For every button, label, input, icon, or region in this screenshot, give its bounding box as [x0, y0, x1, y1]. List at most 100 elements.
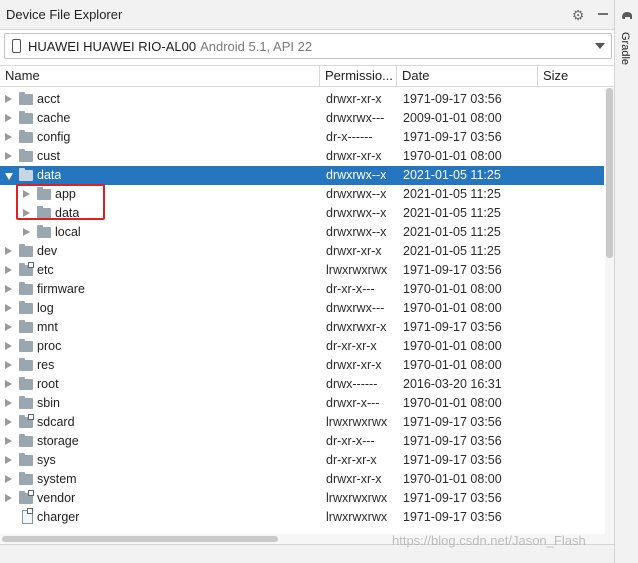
file-date: 2009-01-01 08:00	[403, 111, 502, 125]
chevron-right-icon[interactable]	[5, 152, 12, 160]
chevron-right-icon[interactable]	[5, 323, 12, 331]
file-permissions: drwxr-xr-x	[326, 149, 382, 163]
chevron-right-icon[interactable]	[5, 361, 12, 369]
chevron-right-icon[interactable]	[23, 209, 30, 217]
chevron-right-icon[interactable]	[5, 494, 12, 502]
table-row[interactable]: mnt drwxrwxr-x 1971-09-17 03:56	[0, 318, 604, 337]
table-row[interactable]: etc lrwxrwxrwx 1971-09-17 03:56	[0, 261, 604, 280]
table-row[interactable]: vendor lrwxrwxrwx 1971-09-17 03:56	[0, 489, 604, 508]
file-name: acct	[37, 92, 60, 106]
table-row[interactable]: data drwxrwx--x 2021-01-05 11:25	[0, 166, 604, 185]
table-row[interactable]: sdcard lrwxrwxrwx 1971-09-17 03:56	[0, 413, 604, 432]
file-permissions: drwxr-xr-x	[326, 244, 382, 258]
file-date: 1970-01-01 08:00	[403, 301, 502, 315]
file-permissions: drwxr-xr-x	[326, 358, 382, 372]
chevron-right-icon[interactable]	[5, 342, 12, 350]
table-row[interactable]: root drwx------ 2016-03-20 16:31	[0, 375, 604, 394]
table-row[interactable]: config dr-x------ 1971-09-17 03:56	[0, 128, 604, 147]
table-row[interactable]: log drwxrwx--- 1970-01-01 08:00	[0, 299, 604, 318]
table-row[interactable]: system drwxr-xr-x 1970-01-01 08:00	[0, 470, 604, 489]
file-name: storage	[37, 434, 79, 448]
file-name: mnt	[37, 320, 58, 334]
folder-icon	[19, 92, 33, 105]
column-header-permissions[interactable]: Permissio...	[320, 66, 397, 87]
file-permissions: dr-xr-xr-x	[326, 453, 377, 467]
vertical-scrollbar[interactable]	[605, 88, 614, 534]
table-row[interactable]: storage dr-xr-x--- 1971-09-17 03:56	[0, 432, 604, 451]
elephant-icon	[622, 12, 632, 19]
file-date: 1970-01-01 08:00	[403, 472, 502, 486]
chevron-down-icon	[595, 43, 605, 49]
file-name: root	[37, 377, 59, 391]
file-name: sys	[37, 453, 56, 467]
file-name: config	[37, 130, 71, 144]
chevron-right-icon[interactable]	[5, 266, 12, 274]
chevron-right-icon[interactable]	[23, 228, 30, 236]
file-date: 1970-01-01 08:00	[403, 149, 502, 163]
device-label: HUAWEI HUAWEI RIO-AL00 Android 5.1, API 2…	[28, 39, 312, 54]
device-api: Android 5.1, API 22	[200, 39, 313, 54]
file-permissions: drwxrwx--x	[326, 168, 387, 182]
file-date: 2016-03-20 16:31	[403, 377, 502, 391]
device-name: HUAWEI HUAWEI RIO-AL00	[28, 39, 197, 54]
symlink-icon	[27, 508, 33, 514]
file-date: 1971-09-17 03:56	[403, 130, 502, 144]
file-name: res	[37, 358, 55, 372]
file-permissions: drwxrwx--x	[326, 225, 387, 239]
folder-icon	[19, 149, 33, 162]
table-row[interactable]: dev drwxr-xr-x 2021-01-05 11:25	[0, 242, 604, 261]
chevron-right-icon[interactable]	[5, 95, 12, 103]
file-date: 2021-01-05 11:25	[403, 206, 501, 220]
file-permissions: drwxrwx---	[326, 111, 385, 125]
table-row[interactable]: firmware dr-xr-x--- 1970-01-01 08:00	[0, 280, 604, 299]
chevron-down-icon[interactable]	[5, 173, 13, 180]
table-row[interactable]: res drwxr-xr-x 1970-01-01 08:00	[0, 356, 604, 375]
file-name: data	[37, 168, 62, 182]
gradle-tab[interactable]: Gradle	[617, 8, 637, 66]
horizontal-scrollbar-thumb[interactable]	[2, 536, 278, 542]
file-tree-table: acct drwxr-xr-x 1971-09-17 03:56 cache drwxr…	[0, 88, 604, 534]
column-header-size[interactable]: Size	[538, 66, 614, 87]
chevron-right-icon[interactable]	[5, 456, 12, 464]
symlink-icon	[28, 490, 34, 496]
table-row[interactable]: acct drwxr-xr-x 1971-09-17 03:56	[0, 90, 604, 109]
gradle-tab-label: Gradle	[619, 32, 631, 66]
gear-icon[interactable]: ⚙	[569, 6, 587, 24]
folder-icon	[19, 377, 33, 390]
table-row[interactable]: cache drwxrwx--- 2009-01-01 08:00	[0, 109, 604, 128]
file-permissions: drwxr-xr-x	[326, 472, 382, 486]
chevron-right-icon[interactable]	[5, 437, 12, 445]
folder-icon	[19, 453, 33, 466]
folder-icon	[19, 168, 33, 181]
table-row[interactable]: proc dr-xr-xr-x 1970-01-01 08:00	[0, 337, 604, 356]
file-name: app	[55, 187, 76, 201]
chevron-right-icon[interactable]	[5, 304, 12, 312]
file-permissions: lrwxrwxrwx	[326, 491, 388, 505]
chevron-right-icon[interactable]	[5, 418, 12, 426]
chevron-right-icon[interactable]	[5, 475, 12, 483]
table-row[interactable]: sys dr-xr-xr-x 1971-09-17 03:56	[0, 451, 604, 470]
table-row[interactable]: data drwxrwx--x 2021-01-05 11:25	[0, 204, 604, 223]
chevron-right-icon[interactable]	[5, 114, 12, 122]
table-row[interactable]: local drwxrwx--x 2021-01-05 11:25	[0, 223, 604, 242]
file-date: 1970-01-01 08:00	[403, 396, 502, 410]
file-permissions: drwxr-xr-x	[326, 92, 382, 106]
table-row[interactable]: charger lrwxrwxrwx 1971-09-17 03:56	[0, 508, 604, 527]
table-row[interactable]: sbin drwxr-x--- 1970-01-01 08:00	[0, 394, 604, 413]
chevron-right-icon[interactable]	[5, 380, 12, 388]
vertical-scrollbar-thumb[interactable]	[606, 88, 613, 258]
chevron-right-icon[interactable]	[23, 190, 30, 198]
column-header-date[interactable]: Date	[397, 66, 538, 87]
folder-icon	[19, 111, 33, 124]
table-row[interactable]: app drwxrwx--x 2021-01-05 11:25	[0, 185, 604, 204]
minimize-icon[interactable]	[594, 6, 612, 24]
chevron-right-icon[interactable]	[5, 285, 12, 293]
file-date: 2021-01-05 11:25	[403, 244, 501, 258]
chevron-right-icon[interactable]	[5, 247, 12, 255]
device-dropdown[interactable]: HUAWEI HUAWEI RIO-AL00 Android 5.1, API 2…	[4, 33, 612, 59]
chevron-right-icon[interactable]	[5, 399, 12, 407]
file-permissions: dr-x------	[326, 130, 373, 144]
chevron-right-icon[interactable]	[5, 133, 12, 141]
table-row[interactable]: cust drwxr-xr-x 1970-01-01 08:00	[0, 147, 604, 166]
column-header-name[interactable]: Name	[0, 66, 320, 87]
